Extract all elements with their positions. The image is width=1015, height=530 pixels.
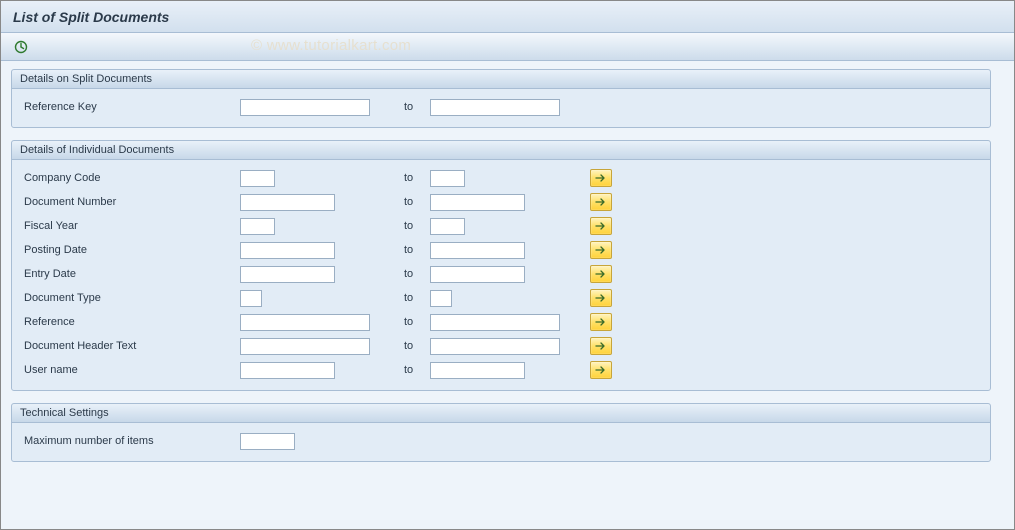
user-name-multi-button[interactable] bbox=[590, 361, 612, 379]
group-header-split: Details on Split Documents bbox=[12, 70, 990, 89]
label-company-code: Company Code bbox=[20, 172, 240, 184]
entry-date-multi-button[interactable] bbox=[590, 265, 612, 283]
to-label: to bbox=[400, 244, 430, 256]
row-posting-date: Posting Date to bbox=[20, 238, 982, 262]
user-name-from-input[interactable] bbox=[240, 362, 335, 379]
company-code-to-input[interactable] bbox=[430, 170, 465, 187]
posting-date-multi-button[interactable] bbox=[590, 241, 612, 259]
execute-button[interactable] bbox=[11, 37, 31, 57]
to-label: to bbox=[400, 340, 430, 352]
to-label: to bbox=[400, 316, 430, 328]
reference-key-from-input[interactable] bbox=[240, 99, 370, 116]
user-name-to-input[interactable] bbox=[430, 362, 525, 379]
row-doc-header-text: Document Header Text to bbox=[20, 334, 982, 358]
page-title: List of Split Documents bbox=[13, 9, 169, 25]
to-label: to bbox=[400, 101, 430, 113]
reference-from-input[interactable] bbox=[240, 314, 370, 331]
label-reference-key: Reference Key bbox=[20, 101, 240, 113]
entry-date-from-input[interactable] bbox=[240, 266, 335, 283]
window-header: List of Split Documents bbox=[1, 1, 1014, 33]
entry-date-to-input[interactable] bbox=[430, 266, 525, 283]
row-fiscal-year: Fiscal Year to bbox=[20, 214, 982, 238]
row-reference: Reference to bbox=[20, 310, 982, 334]
to-label: to bbox=[400, 220, 430, 232]
company-code-multi-button[interactable] bbox=[590, 169, 612, 187]
to-label: to bbox=[400, 268, 430, 280]
label-user-name: User name bbox=[20, 364, 240, 376]
doc-header-text-to-input[interactable] bbox=[430, 338, 560, 355]
row-user-name: User name to bbox=[20, 358, 982, 382]
content-area: Details on Split Documents Reference Key… bbox=[1, 61, 1014, 529]
row-document-number: Document Number to bbox=[20, 190, 982, 214]
reference-key-to-input[interactable] bbox=[430, 99, 560, 116]
to-label: to bbox=[400, 364, 430, 376]
to-label: to bbox=[400, 292, 430, 304]
toolbar: © www.tutorialkart.com bbox=[1, 33, 1014, 61]
to-label: to bbox=[400, 196, 430, 208]
document-type-to-input[interactable] bbox=[430, 290, 452, 307]
row-max-items: Maximum number of items bbox=[20, 429, 982, 453]
row-reference-key: Reference Key to bbox=[20, 95, 982, 119]
doc-header-text-multi-button[interactable] bbox=[590, 337, 612, 355]
arrow-right-icon bbox=[595, 293, 607, 303]
document-number-from-input[interactable] bbox=[240, 194, 335, 211]
label-posting-date: Posting Date bbox=[20, 244, 240, 256]
label-reference: Reference bbox=[20, 316, 240, 328]
company-code-from-input[interactable] bbox=[240, 170, 275, 187]
arrow-right-icon bbox=[595, 365, 607, 375]
arrow-right-icon bbox=[595, 341, 607, 351]
group-header-individual: Details of Individual Documents bbox=[12, 141, 990, 160]
watermark-text: © www.tutorialkart.com bbox=[251, 37, 411, 54]
posting-date-from-input[interactable] bbox=[240, 242, 335, 259]
fiscal-year-to-input[interactable] bbox=[430, 218, 465, 235]
label-doc-header-text: Document Header Text bbox=[20, 340, 240, 352]
arrow-right-icon bbox=[595, 317, 607, 327]
fiscal-year-multi-button[interactable] bbox=[590, 217, 612, 235]
arrow-right-icon bbox=[595, 269, 607, 279]
reference-multi-button[interactable] bbox=[590, 313, 612, 331]
label-document-type: Document Type bbox=[20, 292, 240, 304]
document-number-multi-button[interactable] bbox=[590, 193, 612, 211]
to-label: to bbox=[400, 172, 430, 184]
arrow-right-icon bbox=[595, 197, 607, 207]
row-document-type: Document Type to bbox=[20, 286, 982, 310]
arrow-right-icon bbox=[595, 221, 607, 231]
fiscal-year-from-input[interactable] bbox=[240, 218, 275, 235]
label-max-items: Maximum number of items bbox=[20, 435, 240, 447]
document-type-from-input[interactable] bbox=[240, 290, 262, 307]
label-document-number: Document Number bbox=[20, 196, 240, 208]
group-split-documents: Details on Split Documents Reference Key… bbox=[11, 69, 991, 128]
arrow-right-icon bbox=[595, 245, 607, 255]
group-individual-documents: Details of Individual Documents Company … bbox=[11, 140, 991, 391]
row-company-code: Company Code to bbox=[20, 166, 982, 190]
document-type-multi-button[interactable] bbox=[590, 289, 612, 307]
doc-header-text-from-input[interactable] bbox=[240, 338, 370, 355]
document-number-to-input[interactable] bbox=[430, 194, 525, 211]
group-header-technical: Technical Settings bbox=[12, 404, 990, 423]
group-technical-settings: Technical Settings Maximum number of ite… bbox=[11, 403, 991, 462]
arrow-right-icon bbox=[595, 173, 607, 183]
reference-to-input[interactable] bbox=[430, 314, 560, 331]
max-items-input[interactable] bbox=[240, 433, 295, 450]
posting-date-to-input[interactable] bbox=[430, 242, 525, 259]
clock-execute-icon bbox=[14, 40, 28, 54]
row-entry-date: Entry Date to bbox=[20, 262, 982, 286]
label-entry-date: Entry Date bbox=[20, 268, 240, 280]
label-fiscal-year: Fiscal Year bbox=[20, 220, 240, 232]
